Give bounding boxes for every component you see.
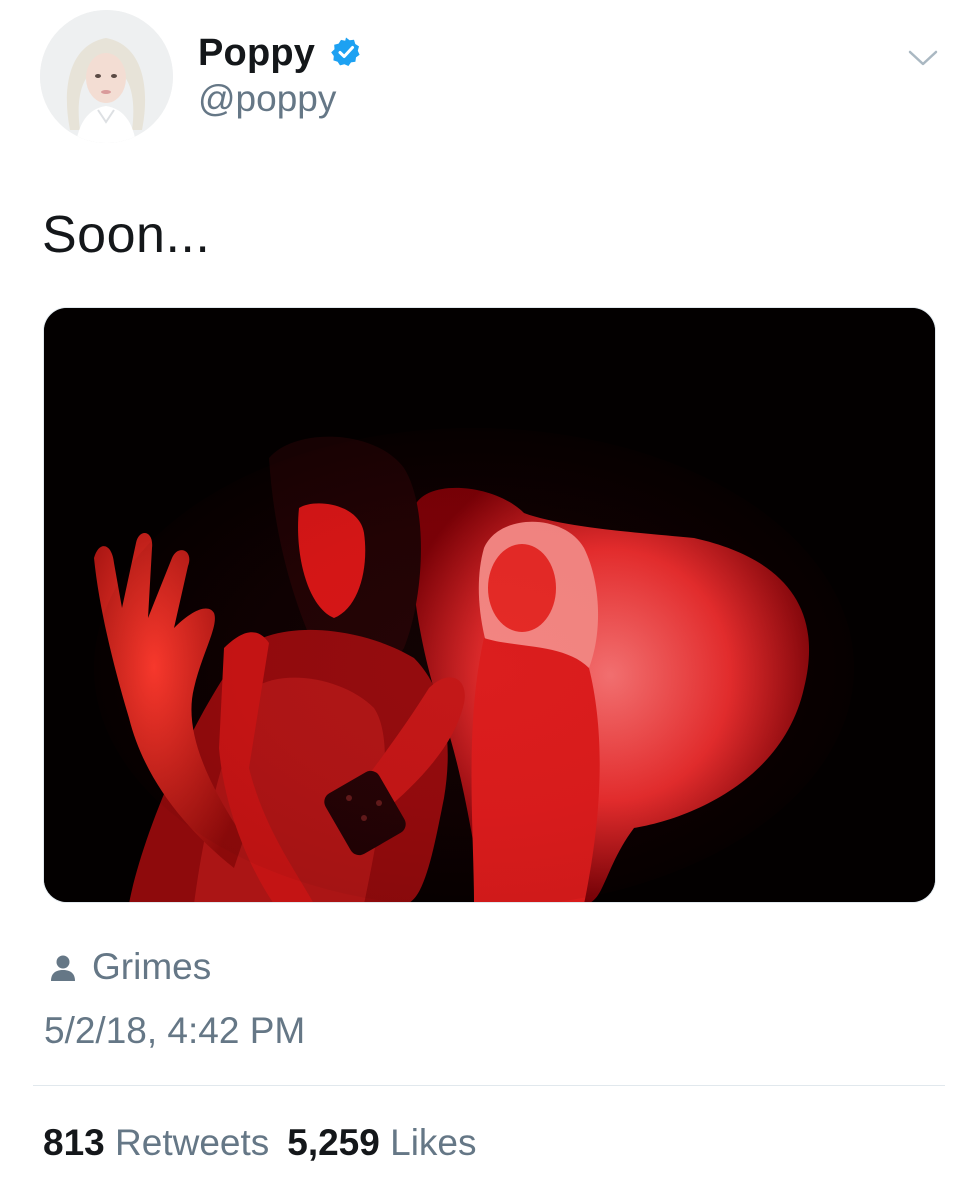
tweet-timestamp[interactable]: 5/2/18, 4:42 PM [44, 1010, 305, 1052]
tweet-header: Poppy @poppy [40, 10, 950, 145]
likes-count: 5,259 [287, 1122, 380, 1163]
display-name[interactable]: Poppy [198, 32, 315, 75]
chevron-down-icon[interactable] [906, 46, 940, 70]
likes-label: Likes [390, 1122, 477, 1163]
user-handle[interactable]: @poppy [198, 78, 336, 120]
tagged-person-name[interactable]: Grimes [92, 946, 211, 988]
avatar[interactable] [40, 10, 173, 143]
tweet-stats: 813 Retweets 5,259 Likes [43, 1122, 477, 1164]
retweets-count: 813 [43, 1122, 105, 1163]
verified-badge-icon [331, 37, 360, 66]
retweets-label: Retweets [115, 1122, 270, 1163]
likes-stat[interactable]: 5,259 Likes [287, 1122, 476, 1163]
tweet-photo[interactable] [43, 307, 936, 903]
tweet-text: Soon... [42, 206, 211, 264]
person-icon [51, 955, 75, 981]
divider [33, 1085, 945, 1086]
retweets-stat[interactable]: 813 Retweets [43, 1122, 269, 1163]
